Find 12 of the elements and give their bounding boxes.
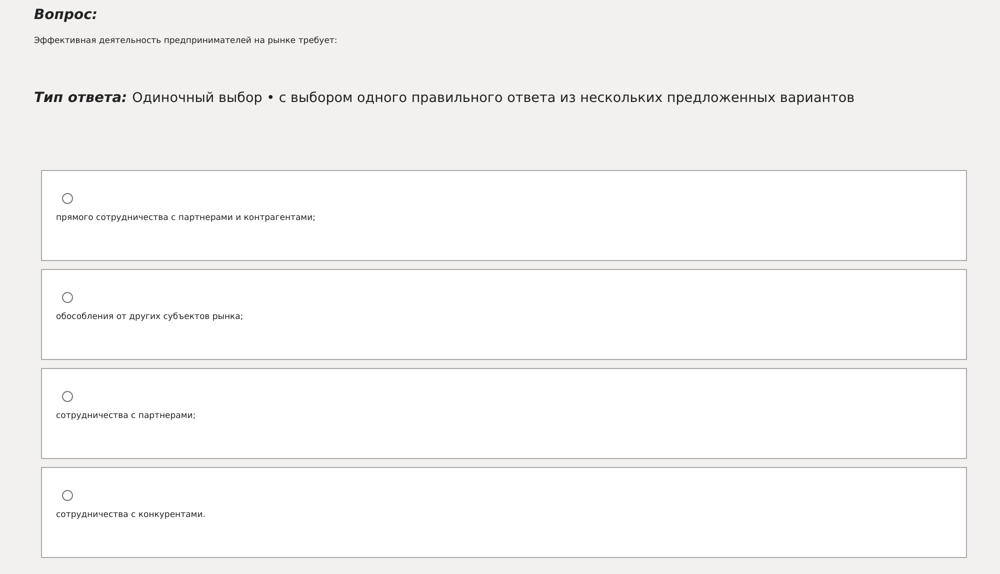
option-label: сотрудничества с конкурентами.: [56, 510, 206, 520]
radio-button[interactable]: [62, 391, 73, 402]
option-label: обособления от других субъектов рынка;: [56, 312, 244, 322]
answer-type-label: Тип ответа:: [34, 90, 128, 106]
answer-type-value: Одиночный выбор • с выбором одного правильного ответа из нескольких предложенных вариантов: [132, 90, 855, 106]
radio-button[interactable]: [62, 193, 73, 204]
option-label: прямого сотрудничества с партнерами и контрагентами;: [56, 213, 316, 223]
option-label: сотрудничества с партнерами;: [56, 411, 196, 421]
question-text: Эффективная деятельность предпринимателей на рынке требует:: [34, 36, 338, 46]
question-heading: Вопрос:: [34, 6, 98, 25]
radio-button[interactable]: [62, 490, 73, 501]
radio-button[interactable]: [62, 292, 73, 303]
